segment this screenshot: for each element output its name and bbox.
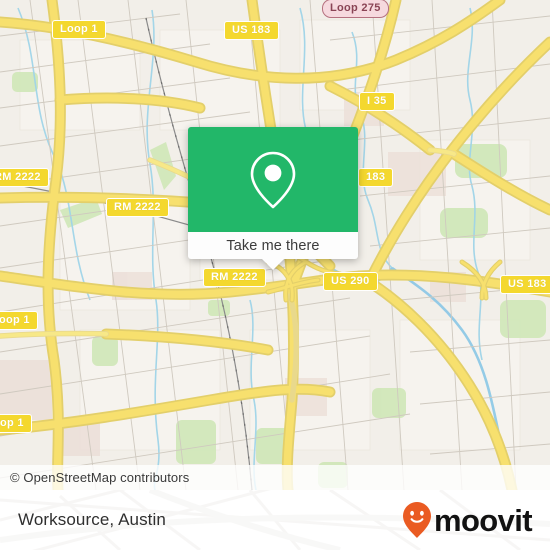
road-label-loop-1-top: Loop 1 xyxy=(52,20,106,39)
destination-callout-card[interactable]: Take me there xyxy=(188,127,358,270)
map-pin-icon xyxy=(250,151,296,208)
road-label-loop-1-left-mid: Loop 1 xyxy=(0,311,38,330)
road-label-rm-2222-left: RM 2222 xyxy=(0,168,49,187)
road-label-i-35: I 35 xyxy=(359,92,395,111)
moovit-wordmark: moovit xyxy=(433,502,533,538)
road-label-loop-1-left-low: Loop 1 xyxy=(0,414,32,433)
map-attribution: © OpenStreetMap contributors xyxy=(0,465,550,490)
road-label-us-183-top: US 183 xyxy=(224,21,279,40)
callout-icon-panel xyxy=(188,127,358,232)
bottom-info-bar: Worksource, Austin moovit xyxy=(0,490,550,550)
moovit-smiley-pin-icon xyxy=(402,502,431,538)
road-label-sh-183-right: 183 xyxy=(358,168,394,187)
moovit-map-screen: Loop 1 US 183 Loop 275 I 35 RM 2222 RM 2… xyxy=(0,0,550,550)
attribution-text: © OpenStreetMap contributors xyxy=(10,470,190,485)
moovit-brand-logo[interactable]: moovit xyxy=(402,501,533,539)
take-me-there-button[interactable]: Take me there xyxy=(188,232,358,259)
road-label-us-183-right: US 183 xyxy=(500,275,550,294)
map-viewport[interactable]: Loop 1 US 183 Loop 275 I 35 RM 2222 RM 2… xyxy=(0,0,550,490)
road-label-loop-275: Loop 275 xyxy=(322,0,389,18)
road-label-rm-2222-mid: RM 2222 xyxy=(106,198,169,217)
road-label-us-290: US 290 xyxy=(323,272,378,291)
callout-pointer-tail xyxy=(262,259,284,270)
road-label-rm-2222-bottom: RM 2222 xyxy=(203,268,266,287)
place-name-label: Worksource, Austin xyxy=(18,510,166,529)
